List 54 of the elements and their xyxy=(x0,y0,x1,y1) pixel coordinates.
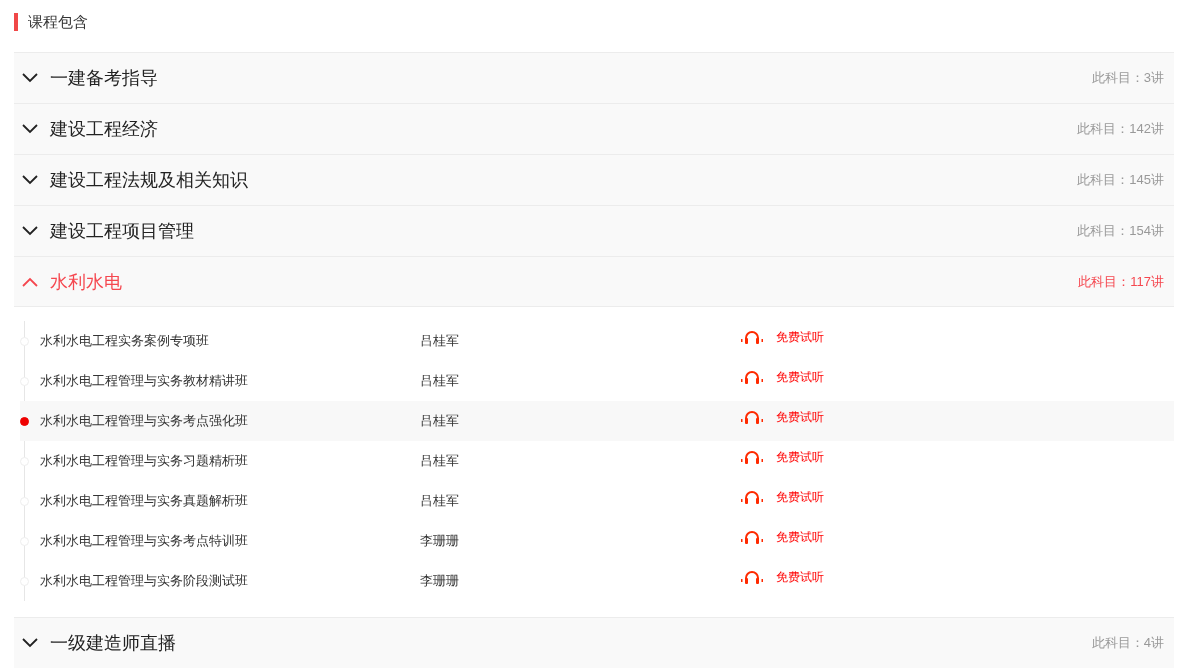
chevron-down-icon xyxy=(22,638,38,648)
headphones-icon xyxy=(740,370,764,384)
lecture-count: 此科目：142讲 xyxy=(1077,120,1164,138)
headphones-icon xyxy=(740,410,764,424)
lecture-count: 此科目：4讲 xyxy=(1091,634,1164,652)
chevron-down-icon xyxy=(22,175,38,185)
section-header[interactable]: 水利水电 此科目：117讲 xyxy=(14,256,1174,307)
section-header[interactable]: 一级建造师直播 此科目：4讲 xyxy=(14,617,1174,668)
chevron-down-icon xyxy=(22,73,38,83)
chevron-down-icon xyxy=(22,226,38,236)
headphones-icon xyxy=(740,530,764,544)
section-title: 建设工程项目管理 xyxy=(50,220,195,243)
lecture-count: 此科目：154讲 xyxy=(1077,222,1164,240)
free-trial-link[interactable]: 免费试听 xyxy=(740,408,824,426)
section-title: 一建备考指导 xyxy=(50,67,159,90)
teacher-name: 李珊珊 xyxy=(420,532,460,550)
lesson-title[interactable]: 水利水电工程管理与实务考点特训班 xyxy=(40,532,420,550)
teacher-name: 吕桂军 xyxy=(420,372,460,390)
free-trial-link[interactable]: 免费试听 xyxy=(740,528,824,546)
lesson-title[interactable]: 水利水电工程管理与实务考点强化班 xyxy=(40,412,420,430)
lesson-title[interactable]: 水利水电工程实务案例专项班 xyxy=(40,332,420,350)
teacher-name: 李珊珊 xyxy=(420,572,460,590)
section-header[interactable]: 一建备考指导 此科目：3讲 xyxy=(14,52,1174,103)
chevron-down-icon xyxy=(22,124,38,134)
teacher-name: 吕桂军 xyxy=(420,332,460,350)
teacher-name: 吕桂军 xyxy=(420,452,460,470)
headphones-icon xyxy=(740,450,764,464)
lecture-count: 此科目：145讲 xyxy=(1077,171,1164,189)
section-title: 建设工程经济 xyxy=(50,118,159,141)
lecture-count: 此科目：3讲 xyxy=(1091,69,1164,87)
section-header[interactable]: 建设工程法规及相关知识 此科目：145讲 xyxy=(14,154,1174,205)
headphones-icon xyxy=(740,490,764,504)
section-header[interactable]: 建设工程项目管理 此科目：154讲 xyxy=(14,205,1174,256)
headphones-icon xyxy=(740,570,764,584)
free-trial-link[interactable]: 免费试听 xyxy=(740,448,824,466)
lesson-title[interactable]: 水利水电工程管理与实务阶段测试班 xyxy=(40,572,420,590)
free-trial-link[interactable]: 免费试听 xyxy=(740,488,824,506)
free-trial-link[interactable]: 免费试听 xyxy=(740,368,824,386)
section-title: 水利水电 xyxy=(50,270,123,294)
free-trial-link[interactable]: 免费试听 xyxy=(740,568,824,586)
heading-accent-bar xyxy=(14,13,18,31)
section-header[interactable]: 建设工程经济 此科目：142讲 xyxy=(14,103,1174,154)
lesson-title[interactable]: 水利水电工程管理与实务真题解析班 xyxy=(40,492,420,510)
headphones-icon xyxy=(740,330,764,344)
teacher-name: 吕桂军 xyxy=(420,492,460,510)
free-trial-link[interactable]: 免费试听 xyxy=(740,328,824,346)
lesson-title[interactable]: 水利水电工程管理与实务教材精讲班 xyxy=(40,372,420,390)
section-title: 建设工程法规及相关知识 xyxy=(50,169,249,192)
lesson-title[interactable]: 水利水电工程管理与实务习题精析班 xyxy=(40,452,420,470)
heading-title: 课程包含 xyxy=(28,12,88,32)
lecture-count: 此科目：117讲 xyxy=(1078,272,1164,291)
section-title: 一级建造师直播 xyxy=(50,632,177,655)
teacher-name: 吕桂军 xyxy=(420,412,460,430)
chevron-up-icon xyxy=(22,276,38,287)
